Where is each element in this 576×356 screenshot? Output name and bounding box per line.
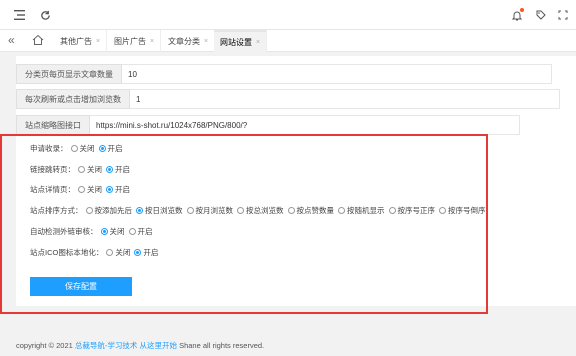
radio-dot [70, 144, 78, 152]
articles-per-page-input[interactable]: 10 [122, 64, 552, 84]
option-link-redirect: 链接跳转页： 关闭 开启 [30, 164, 130, 175]
radio-dot [78, 165, 85, 173]
option-site-detail: 站点详情页： 关闭 开启 [30, 184, 130, 195]
option-apply-collect: 申请收录： 关闭 开启 [30, 143, 123, 154]
radio-off[interactable]: 关闭 [100, 226, 125, 237]
radio-sort-daily[interactable]: 按日浏览数 [136, 205, 183, 216]
radio-on[interactable]: 开启 [106, 164, 130, 175]
radio-sort-asc[interactable]: 按序号正序 [388, 205, 435, 216]
tab-site-settings[interactable]: 网站设置 × [214, 30, 268, 52]
option-site-sort: 站点排序方式： 按添加先后 按日浏览数 按月浏览数 按总浏览数 按点赞数量 按随… [30, 205, 486, 216]
menu-toggle-icon[interactable] [12, 8, 26, 22]
radio-dot [439, 206, 446, 214]
refresh-icon[interactable] [38, 8, 52, 22]
radio-dot [106, 248, 114, 256]
view-increment-input[interactable]: 1 [130, 89, 560, 109]
radio-dot [186, 206, 194, 214]
radio-off[interactable]: 关闭 [70, 143, 95, 154]
radio-off[interactable]: 关闭 [78, 184, 102, 195]
radio-dot [128, 227, 136, 235]
radio-on[interactable]: 开启 [98, 143, 123, 154]
bell-icon[interactable] [510, 8, 524, 22]
notification-dot [520, 8, 524, 12]
field-label: 站点缩略图接口 [16, 115, 90, 135]
radio-dot [100, 227, 108, 235]
radio-sort-total[interactable]: 按总浏览数 [237, 205, 284, 216]
radio-dot [78, 185, 85, 193]
field-label: 分类页每页显示文章数量 [16, 64, 122, 84]
radio-on[interactable]: 开启 [134, 247, 158, 258]
close-icon[interactable]: × [256, 39, 260, 46]
radio-dot [237, 206, 244, 214]
radio-sort-likes[interactable]: 按点赞数量 [287, 205, 334, 216]
save-button[interactable]: 保存配置 [30, 277, 132, 296]
radio-dot [338, 206, 345, 214]
radio-off[interactable]: 关闭 [106, 247, 130, 258]
option-auto-check: 自动检测外链审核： 关闭 开启 [30, 226, 153, 237]
footer-link[interactable]: 总裁导航-学习技术 从这里开始 [75, 341, 177, 350]
radio-off[interactable]: 关闭 [78, 164, 102, 175]
field-articles-per-page: 分类页每页显示文章数量 10 [16, 64, 552, 84]
tab-bar: « 其他广告 × 图片广告 × 文章分类 × 网站设置 × [0, 30, 576, 52]
radio-dot [106, 185, 113, 193]
footer: copyright © 2021 总裁导航-学习技术 从这里开始 Shane a… [16, 341, 265, 350]
tag-icon[interactable] [534, 8, 548, 22]
radio-on[interactable]: 开启 [128, 226, 153, 237]
field-thumbnail-api: 站点缩略图接口 https://mini.s-shot.ru/1024x768/… [16, 115, 520, 135]
radio-dot [388, 206, 396, 214]
thumbnail-api-input[interactable]: https://mini.s-shot.ru/1024x768/PNG/800/… [90, 115, 520, 135]
close-icon[interactable]: × [150, 38, 154, 45]
option-ico-local: 站点ICO图标本地化： 关闭 开启 [30, 247, 159, 258]
close-icon[interactable]: × [204, 38, 208, 45]
fullscreen-icon[interactable] [556, 8, 570, 22]
radio-on[interactable]: 开启 [106, 184, 130, 195]
radio-dot [106, 165, 113, 173]
radio-sort-desc[interactable]: 按序号倒序 [439, 205, 486, 216]
tab-article-category[interactable]: 文章分类 × [162, 30, 216, 52]
close-icon[interactable]: × [96, 38, 100, 45]
tab-other-ads[interactable]: 其他广告 × [54, 30, 108, 52]
radio-dot [134, 248, 142, 256]
radio-sort-added[interactable]: 按添加先后 [85, 205, 132, 216]
radio-dot [136, 206, 143, 214]
tab-image-ads[interactable]: 图片广告 × [108, 30, 162, 52]
radio-dot [287, 206, 295, 214]
radio-dot [85, 206, 93, 214]
home-icon[interactable] [32, 34, 46, 48]
top-bar [0, 0, 576, 30]
field-label: 每次刷新或点击增加浏览数 [16, 89, 130, 109]
field-view-increment: 每次刷新或点击增加浏览数 1 [16, 89, 560, 109]
radio-dot [98, 144, 106, 152]
radio-sort-monthly[interactable]: 按月浏览数 [186, 205, 233, 216]
radio-sort-random[interactable]: 按随机显示 [338, 205, 385, 216]
scroll-left-icon[interactable]: « [8, 33, 15, 47]
